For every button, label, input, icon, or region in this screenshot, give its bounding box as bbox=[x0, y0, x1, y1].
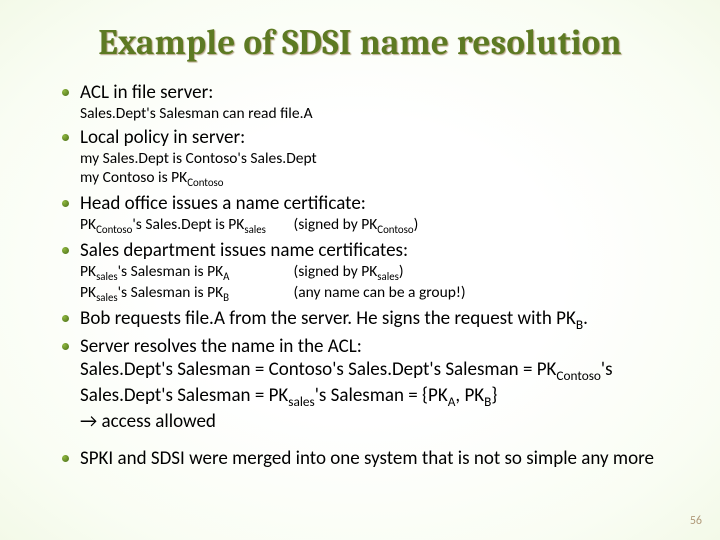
right-col: (signed by PKsales) bbox=[294, 262, 404, 281]
text-run: 's Salesman = {PK bbox=[315, 384, 448, 407]
bullet-item: Sales department issues name certificate… bbox=[62, 239, 680, 305]
right-col: (any name can be a group!) bbox=[294, 283, 466, 302]
text-run: Sales.Dept's Salesman = Contoso's Sales.… bbox=[80, 358, 556, 381]
text-run: . bbox=[583, 307, 588, 330]
slide-title: Example of SDSI name resolution bbox=[40, 22, 680, 63]
bullet-item: Server resolves the name in the ACL: Sal… bbox=[62, 335, 680, 433]
sub-text: Sales.Dept's Salesman can read file.A bbox=[80, 104, 680, 123]
page-number: 56 bbox=[690, 514, 702, 528]
text-run: my Contoso is PK bbox=[80, 168, 187, 187]
subscript: Contoso bbox=[556, 367, 601, 384]
subscript: B bbox=[223, 291, 229, 304]
text-run: 's Salesman is PK bbox=[118, 262, 224, 281]
left-col: PKContoso's Sales.Dept is PKsales bbox=[80, 215, 290, 237]
subscript: sales bbox=[244, 223, 266, 236]
sub-text: my Contoso is PKContoso bbox=[80, 168, 680, 190]
sub-text: PKContoso's Sales.Dept is PKsales (signe… bbox=[80, 215, 680, 237]
bullet-text-line: Sales.Dept's Salesman = Contoso's Sales.… bbox=[80, 358, 680, 384]
bullet-item: Head office issues a name certificate: P… bbox=[62, 192, 680, 237]
bullet-text: SPKI and SDSI were merged into one syste… bbox=[80, 447, 654, 470]
bullet-text: Head office issues a name certificate: bbox=[80, 192, 366, 215]
text-run: PK bbox=[80, 283, 96, 302]
subscript: A bbox=[223, 270, 229, 283]
text-run: (signed by PK bbox=[294, 262, 378, 281]
bullet-text-line: → access allowed bbox=[80, 410, 680, 433]
text-run: 's Sales.Dept is PK bbox=[132, 215, 244, 234]
text-run: } bbox=[491, 384, 497, 407]
subscript: sales bbox=[377, 270, 399, 283]
bullet-item: ACL in file server: Sales.Dept's Salesma… bbox=[62, 81, 680, 124]
bullet-text: Bob requests file.A from the server. He … bbox=[80, 307, 588, 330]
sub-text: my Sales.Dept is Contoso's Sales.Dept bbox=[80, 149, 680, 168]
subscript: sales bbox=[96, 270, 118, 283]
subscript: sales bbox=[288, 393, 314, 410]
text-run: (signed by PK bbox=[294, 215, 378, 234]
bullet-item: SPKI and SDSI were merged into one syste… bbox=[62, 447, 680, 470]
subscript: Contoso bbox=[187, 176, 223, 189]
text-run: Sales.Dept's Salesman = PK bbox=[80, 384, 288, 407]
text-run: 's bbox=[601, 358, 613, 381]
bullet-text-line: Server resolves the name in the ACL: bbox=[80, 335, 680, 358]
sub-text: PKsales's Salesman is PKA (signed by PKs… bbox=[80, 262, 680, 284]
text-run: ) bbox=[414, 215, 419, 234]
subscript: Contoso bbox=[96, 223, 132, 236]
slide: Example of SDSI name resolution ACL in f… bbox=[0, 0, 720, 540]
left-col: PKsales's Salesman is PKB bbox=[80, 283, 290, 305]
text-run: , PK bbox=[455, 384, 484, 407]
text-run: PK bbox=[80, 215, 96, 234]
right-col: (signed by PKContoso) bbox=[294, 215, 419, 234]
sub-text: PKsales's Salesman is PKB (any name can … bbox=[80, 283, 680, 305]
bullet-text: Sales department issues name certificate… bbox=[80, 239, 408, 262]
bullet-text-line: Sales.Dept's Salesman = PKsales's Salesm… bbox=[80, 384, 680, 410]
text-run: PK bbox=[80, 262, 96, 281]
bullet-text: Local policy in server: bbox=[80, 126, 245, 149]
subscript: B bbox=[576, 316, 583, 333]
text-run: Bob requests file.A from the server. He … bbox=[80, 307, 576, 330]
text-run: 's Salesman is PK bbox=[118, 283, 224, 302]
bullet-item: Bob requests file.A from the server. He … bbox=[62, 307, 680, 333]
bullet-text: ACL in file server: bbox=[80, 81, 213, 104]
bullet-item: Local policy in server: my Sales.Dept is… bbox=[62, 126, 680, 190]
left-col: PKsales's Salesman is PKA bbox=[80, 262, 290, 284]
subscript: Contoso bbox=[377, 223, 413, 236]
text-run: ) bbox=[399, 262, 404, 281]
bullet-list: ACL in file server: Sales.Dept's Salesma… bbox=[62, 81, 680, 471]
subscript: sales bbox=[96, 291, 118, 304]
